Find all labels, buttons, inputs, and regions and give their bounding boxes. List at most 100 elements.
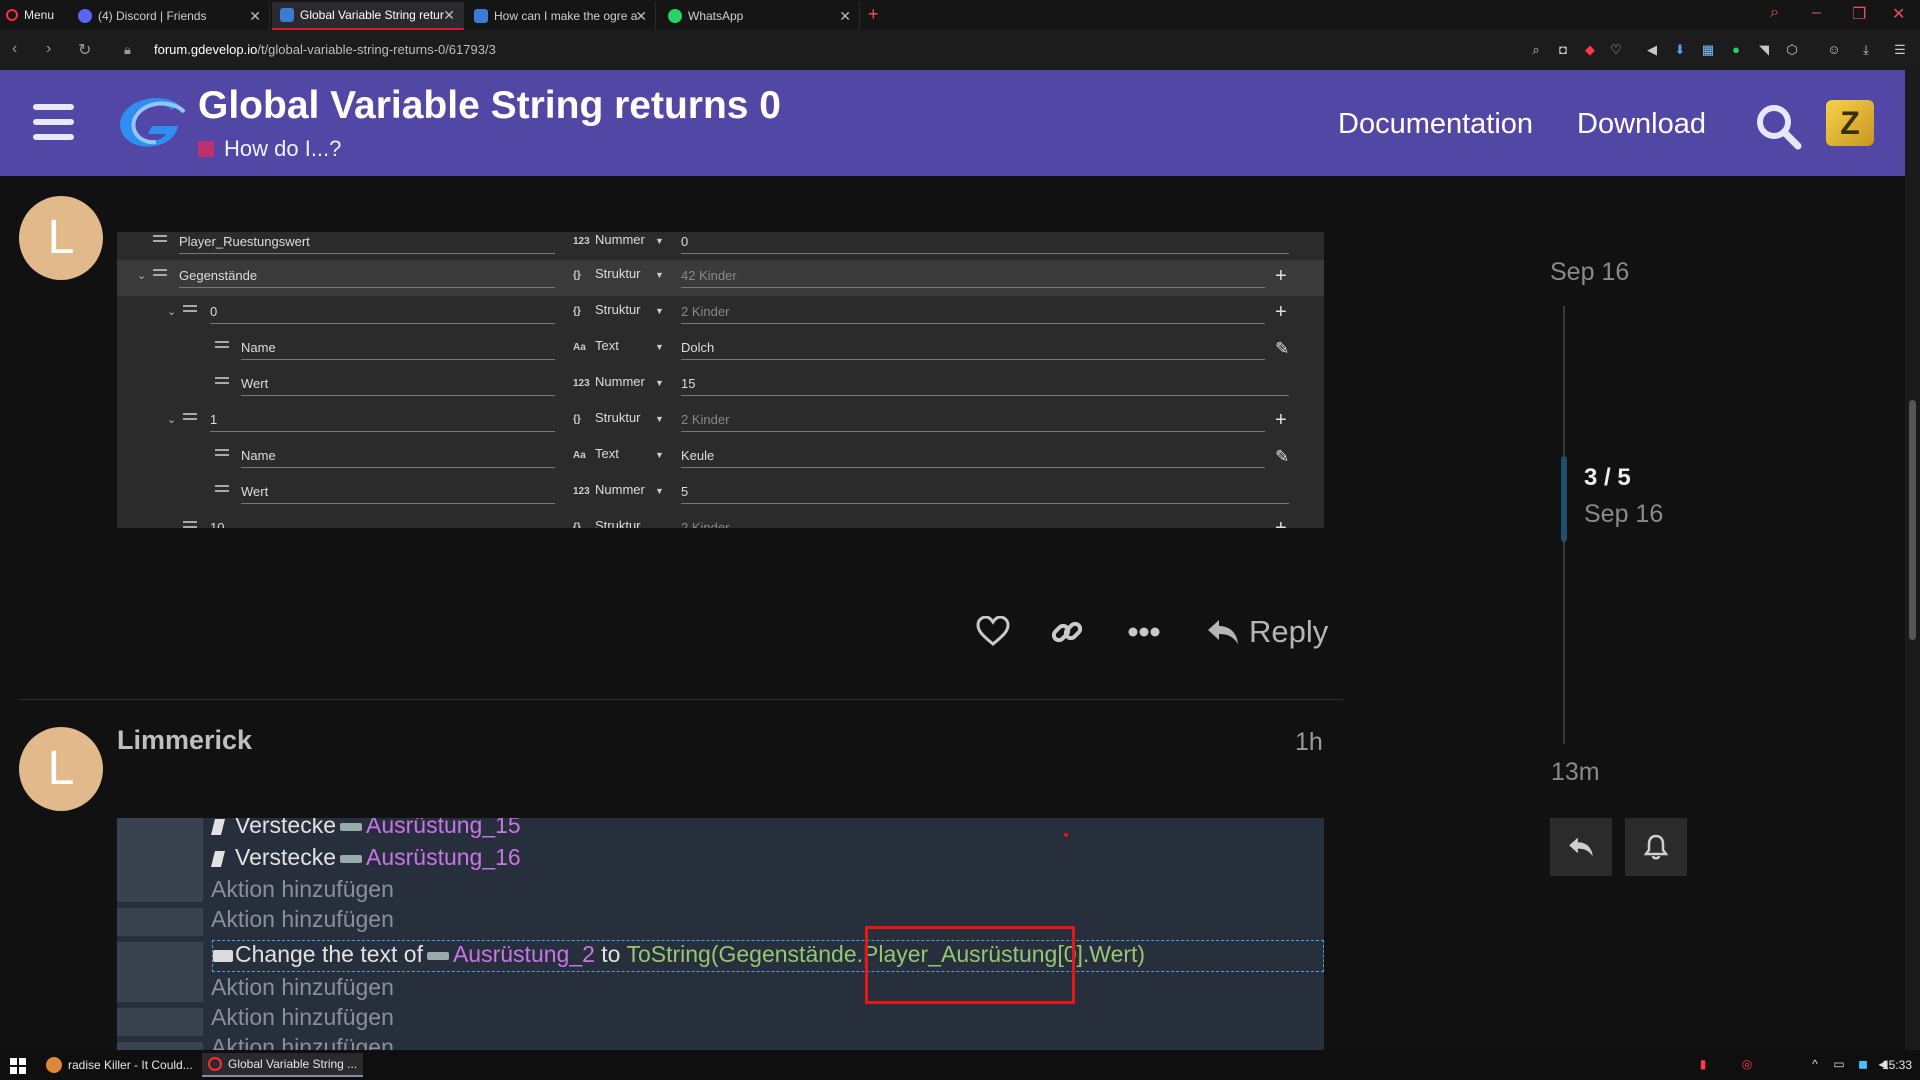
minimize-icon[interactable]: – [1812, 4, 1821, 22]
opera-logo-icon [6, 9, 18, 21]
easy-setup-icon[interactable]: ☰ [1892, 42, 1908, 58]
post-avatar[interactable]: L [19, 727, 103, 811]
like-heart-icon[interactable] [976, 616, 1010, 646]
close-tab-icon[interactable]: ✕ [249, 8, 261, 25]
post-age[interactable]: 1h [1295, 728, 1323, 757]
structure-type-icon: {} [573, 522, 581, 528]
number-type-icon: 123 [573, 378, 590, 389]
zoom-icon[interactable]: ⌕ [1528, 42, 1544, 58]
address-bar: ‹ › ↻ 🔒︎ forum.gdevelop.io/t/global-vari… [0, 30, 1920, 70]
show-hidden-icons-icon[interactable]: ^ [1808, 1057, 1822, 1071]
opera-tray-icon[interactable]: ▮ [1696, 1057, 1710, 1071]
add-action-row: Aktion hinzufügen [211, 1004, 394, 1031]
documentation-link[interactable]: Documentation [1338, 108, 1533, 141]
scrollbar-thumb[interactable] [1909, 400, 1916, 640]
whatsapp-ext-icon[interactable]: ● [1728, 42, 1744, 58]
post-author-name[interactable]: Limmerick [117, 725, 252, 756]
profile-icon[interactable]: ☺ [1826, 42, 1842, 58]
hamburger-menu-icon[interactable] [33, 104, 74, 140]
bell-icon [1644, 834, 1668, 860]
user-avatar[interactable]: Z [1826, 100, 1874, 146]
close-tab-icon[interactable]: ✕ [443, 7, 455, 24]
variable-row: Wert 123 Nummer ▼ 5 [117, 476, 1324, 512]
opera-menu-button[interactable]: Menu [6, 6, 54, 24]
drag-handle-icon [215, 485, 229, 492]
gdevelop-logo-icon[interactable] [114, 96, 186, 150]
variable-name: Gegenstände [179, 268, 555, 288]
close-tab-icon[interactable]: ✕ [839, 8, 851, 25]
app-tray-icon[interactable]: ◼ [1856, 1057, 1870, 1071]
downloads-icon[interactable]: ⤓ [1858, 42, 1874, 58]
reload-icon[interactable]: ↻ [78, 40, 91, 60]
clock[interactable]: 15:33 [1882, 1058, 1912, 1072]
number-type-icon: 123 [573, 236, 590, 247]
tab-ogre[interactable]: How can I make the ogre a ✕ [466, 2, 656, 30]
rss-icon[interactable]: ◥ [1756, 42, 1772, 58]
post-avatar[interactable]: L [19, 196, 103, 280]
snapshot-icon[interactable]: ◘ [1555, 42, 1571, 58]
timeline-start-date[interactable]: Sep 16 [1550, 258, 1629, 287]
download-arrow-icon[interactable]: ⬇ [1672, 42, 1688, 58]
browser-tab-bar: Menu (4) Discord | Friends ✕ Global Vari… [0, 0, 1920, 30]
restore-icon[interactable]: ❐ [1852, 4, 1866, 24]
url-field[interactable]: forum.gdevelop.io/t/global-variable-stri… [154, 42, 496, 57]
share-link-icon[interactable] [1051, 616, 1083, 648]
variable-row: Name Aa Text ▼ Keule ✎ [117, 440, 1324, 476]
network-icon[interactable]: ▭ [1832, 1057, 1846, 1071]
chevron-down-icon: ▼ [655, 270, 664, 280]
variable-row: Wert 123 Nummer ▼ 15 [117, 368, 1324, 404]
variable-value: 2 Kinder [681, 520, 1265, 528]
text-object-icon [213, 949, 233, 962]
tab-whatsapp[interactable]: WhatsApp ✕ [660, 2, 860, 30]
number-type-icon: 123 [573, 486, 590, 497]
text-type-icon: Aa [573, 450, 586, 461]
cube-icon[interactable]: ⬡ [1784, 42, 1800, 58]
reply-label: Reply [1249, 614, 1329, 649]
add-action-label: Aktion hinzufügen [211, 906, 394, 932]
menu-label: Menu [24, 8, 55, 22]
notification-bell-button[interactable] [1625, 818, 1687, 876]
extension-icon[interactable]: ▦ [1700, 42, 1716, 58]
more-options-icon[interactable] [1128, 627, 1160, 637]
variable-row: ⌄ 0 {} Struktur ▼ 2 Kinder + [117, 296, 1324, 332]
category-label: How do I...? [224, 136, 342, 161]
taskbar-item-music[interactable]: radise Killer - It Could... [40, 1053, 199, 1077]
gdevelop-tray-icon[interactable]: ◎ [1740, 1057, 1754, 1071]
speaker-icon[interactable]: ◀ [1644, 42, 1660, 58]
timeline-progress[interactable]: 3 / 5 [1584, 464, 1631, 492]
tab-global-variable[interactable]: Global Variable String retur ✕ [272, 2, 464, 30]
page-scrollbar[interactable] [1905, 70, 1920, 1050]
search-tabs-icon[interactable]: ⌕ [1770, 4, 1779, 22]
drag-handle-icon [215, 341, 229, 348]
close-window-icon[interactable]: ✕ [1892, 4, 1905, 24]
close-tab-icon[interactable]: ✕ [635, 8, 647, 25]
whatsapp-icon [668, 9, 682, 23]
variable-name: 1 [210, 412, 555, 432]
forward-icon[interactable]: › [46, 40, 51, 58]
taskbar-item-browser[interactable]: Global Variable String ... [202, 1053, 364, 1077]
action-text: Change the text of [235, 941, 423, 967]
action-text: Verstecke [235, 818, 336, 838]
text-object-icon [340, 854, 362, 863]
vpn-shield-icon[interactable]: ◆ [1582, 42, 1598, 58]
variable-row: ⌄ 10 {} Struktur 2 Kinder + [117, 512, 1324, 528]
topic-title[interactable]: Global Variable String returns 0 [198, 84, 781, 128]
gdevelop-icon [474, 9, 488, 23]
new-tab-icon[interactable]: + [868, 4, 879, 25]
back-icon[interactable]: ‹ [12, 40, 17, 58]
search-icon[interactable] [1754, 102, 1804, 152]
windows-start-icon[interactable] [10, 1058, 26, 1074]
tab-title: How can I make the ogre a [494, 9, 638, 23]
timeline-end-age[interactable]: 13m [1551, 758, 1600, 787]
category-badge[interactable]: How do I...? [198, 136, 341, 162]
timeline-scroll-handle[interactable] [1561, 456, 1567, 542]
red-dot-mark [1064, 833, 1068, 837]
timeline-reply-button[interactable] [1550, 818, 1612, 876]
tab-discord[interactable]: (4) Discord | Friends ✕ [70, 2, 270, 30]
add-action-row: Aktion hinzufügen [211, 876, 394, 903]
tab-title: (4) Discord | Friends [98, 9, 207, 23]
heart-icon[interactable]: ♡ [1608, 42, 1624, 58]
reply-button[interactable]: Reply [1207, 614, 1328, 650]
download-link[interactable]: Download [1577, 108, 1706, 141]
add-action-row: Aktion hinzufügen [211, 1034, 394, 1050]
